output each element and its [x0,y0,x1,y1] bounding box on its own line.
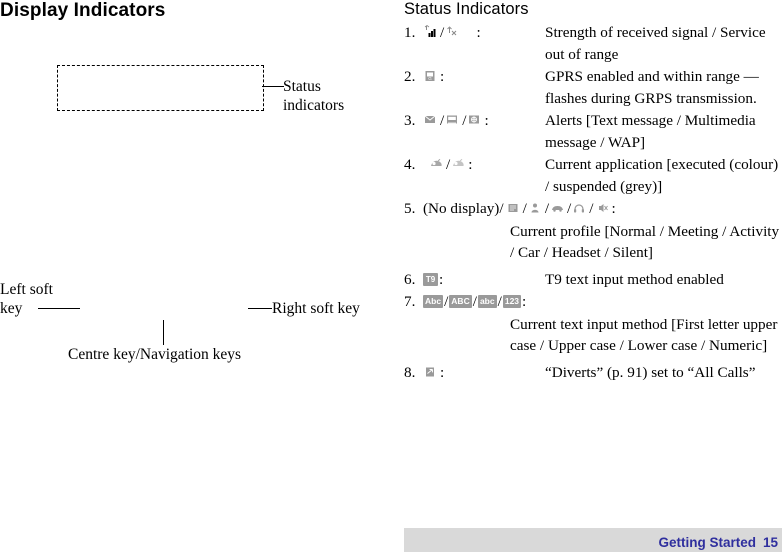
text-message-icon [423,113,439,128]
abc-first-letter-upper-icon: Abc [423,295,444,309]
left-soft-key-label: Left soft key [0,280,70,318]
list-item-icons: / / : [423,110,545,132]
centre-key-leader-line [163,320,164,345]
list-item-number: 5. [404,200,416,217]
list-item: 8. : “Diverts” (p. 91) set to “All Calls… [404,362,782,384]
list-item-icons: / : [423,154,545,176]
centre-key-label: Centre key/Navigation keys [68,346,242,363]
status-leader-line [262,86,284,87]
profile-car-icon [550,201,566,216]
left-soft-key-label-line2: key [0,300,23,317]
list-item-icons: (No display)/ / / / /: [423,198,782,220]
profile-silent-icon [595,201,611,216]
right-soft-key-label: Right soft key [272,300,360,317]
profile-headset-icon [572,201,588,216]
list-item-number: 4. [404,156,416,173]
list-item-number: 6. [404,270,416,288]
status-indicators-label-line1: Status [283,78,321,95]
list-item-description: Current text input method [First letter … [510,315,778,355]
no-display-label: (No display)/ [423,200,504,217]
list-item-number: 2. [404,68,416,85]
display-indicators-figure: Display Indicators Status indicators Lef… [0,0,392,552]
status-indicators-label-line2: indicators [283,97,345,114]
phone-screen-outline [57,65,264,111]
profile-activity-icon [528,201,544,216]
list-item-colon: : [476,24,481,41]
list-item-description: GPRS enabled and within range — flashes … [545,68,759,107]
profile-meeting-icon [506,201,522,216]
list-item: 3. / /: Alerts [Text message / Multimed… [404,110,782,153]
diverts-icon [423,365,439,380]
numeric-123-icon: 123 [502,295,522,309]
application-suspended-grey-icon [451,157,467,172]
footer-section-label: Getting Started [658,535,756,550]
t9-text-input-icon: T9 [423,272,438,286]
right-soft-leader-line [248,308,272,309]
list-item: 1. /: Strength of received signal / Ser… [404,22,782,65]
status-indicators-title: Status Indicators [404,0,529,18]
list-item-colon: : [440,68,445,85]
application-executed-colour-icon [429,157,445,172]
list-item: 4. / : Current application [executed (co… [404,154,782,197]
gprs-icon: G [423,69,439,84]
svg-text:G: G [428,76,432,81]
list-item-colon: : [468,156,473,173]
list-item-icons: / : : [423,22,545,44]
multimedia-message-icon [445,113,461,128]
list-item-description: Alerts [Text message / Multimedia messag… [545,112,756,151]
list-item-colon: : [611,200,616,217]
signal-strength-icon [423,25,439,40]
list-item-colon: : [522,293,527,310]
list-item-colon: : [484,112,489,129]
list-item-description: T9 text input method enabled [545,270,724,288]
status-indicators-list: Status Indicators 1. /: Strength of rec… [404,0,782,384]
footer-bar: Getting Started 15 [404,528,782,552]
abc-upper-case-icon: ABC [449,295,472,309]
page: Display Indicators Status indicators Lef… [0,0,782,552]
list-item-description: Strength of received signal / Service ou… [545,24,766,63]
list-item-icons: G : [423,66,545,88]
left-soft-key-label-line1: Left soft [0,281,53,298]
list-item: 5. (No display)/ / / / /: [404,198,782,220]
list-item-colon: : [439,270,444,288]
list-item-number: 1. [404,24,416,41]
list-item-number: 8. [404,363,416,381]
list-item-icons: T9 : [423,269,545,291]
list-item-number: 3. [404,112,416,129]
list-item-description: Current profile [Normal / Meeting / Acti… [510,222,780,262]
list-item-number: 7. [404,293,416,310]
page-title: Display Indicators [0,0,166,21]
status-indicators-label: Status indicators [283,77,373,115]
service-out-of-range-icon [445,25,461,40]
list-item-description: “Diverts” (p. 91) set to “All Calls” [545,363,756,381]
left-soft-leader-line [38,308,80,309]
abc-lower-case-icon: abc [477,295,497,309]
list-item-description: Current application [executed (colour) /… [545,156,779,195]
list-item-colon: : [440,363,445,381]
list-item: 7. Abc / ABC / abc / 123 : [404,291,782,313]
list-item-icons: Abc / ABC / abc / 123 : [423,291,782,313]
icon-separator: / [497,293,502,310]
footer-page-number: 15 [762,535,778,550]
list-item: 6. T9 : T9 text input method enabled [404,269,782,291]
list-item: 2. G : GPRS enabled and within range — f… [404,66,782,109]
list-item-icons: : [423,362,545,384]
wap-icon [467,113,483,128]
